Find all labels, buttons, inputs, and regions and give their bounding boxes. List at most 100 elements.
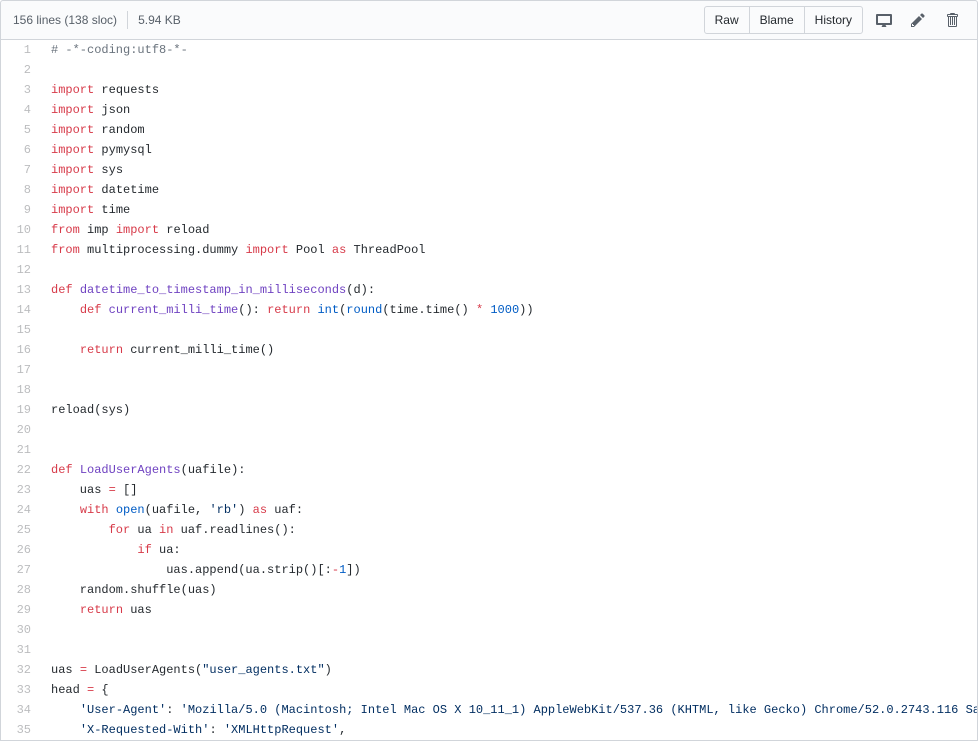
line-number[interactable]: 29 [1,600,41,620]
line-content: import requests [41,80,978,100]
line-number[interactable]: 3 [1,80,41,100]
code-line: 25 for ua in uaf.readlines(): [1,520,978,540]
raw-button[interactable]: Raw [704,6,750,34]
code-line: 26 if ua: [1,540,978,560]
line-number[interactable]: 16 [1,340,41,360]
code-line: 18​ [1,380,978,400]
code-line: 3import requests [1,80,978,100]
code-line: 33head = { [1,680,978,700]
line-content: ​ [41,260,978,280]
line-content: import json [41,100,978,120]
code-line: 23 uas = [] [1,480,978,500]
code-line: 9import time [1,200,978,220]
code-line: 17​ [1,360,978,380]
line-content: from multiprocessing.dummy import Pool a… [41,240,978,260]
line-number[interactable]: 6 [1,140,41,160]
line-number[interactable]: 9 [1,200,41,220]
line-content: uas = LoadUserAgents("user_agents.txt") [41,660,978,680]
line-content: ​ [41,320,978,340]
code-line: 6import pymysql [1,140,978,160]
line-content: random.shuffle(uas) [41,580,978,600]
code-line: 22def LoadUserAgents(uafile): [1,460,978,480]
code-line: 4import json [1,100,978,120]
code-line: 19reload(sys) [1,400,978,420]
code-line: 16 return current_milli_time() [1,340,978,360]
code-table: 1# -*-coding:utf8-*-2​3import requests4i… [1,40,978,740]
line-number[interactable]: 35 [1,720,41,740]
line-content: for ua in uaf.readlines(): [41,520,978,540]
line-content: import time [41,200,978,220]
line-content: ​ [41,60,978,80]
line-number[interactable]: 8 [1,180,41,200]
line-content: import datetime [41,180,978,200]
line-number[interactable]: 1 [1,40,41,60]
line-number[interactable]: 27 [1,560,41,580]
trash-icon[interactable] [939,7,965,33]
line-number[interactable]: 7 [1,160,41,180]
blame-button[interactable]: Blame [749,6,805,34]
line-number[interactable]: 33 [1,680,41,700]
code-line: 32uas = LoadUserAgents("user_agents.txt"… [1,660,978,680]
history-button[interactable]: History [804,6,863,34]
line-number[interactable]: 31 [1,640,41,660]
line-number[interactable]: 30 [1,620,41,640]
line-content: uas.append(ua.strip()[:-1]) [41,560,978,580]
line-content: def current_milli_time(): return int(rou… [41,300,978,320]
code-line: 24 with open(uafile, 'rb') as uaf: [1,500,978,520]
line-number[interactable]: 28 [1,580,41,600]
line-content: 'X-Requested-With': 'XMLHttpRequest', [41,720,978,740]
line-number[interactable]: 13 [1,280,41,300]
code-line: 34 'User-Agent': 'Mozilla/5.0 (Macintosh… [1,700,978,720]
line-number[interactable]: 14 [1,300,41,320]
line-content: with open(uafile, 'rb') as uaf: [41,500,978,520]
code-line: 12​ [1,260,978,280]
line-number[interactable]: 22 [1,460,41,480]
line-number[interactable]: 18 [1,380,41,400]
line-number[interactable]: 2 [1,60,41,80]
code-line: 5import random [1,120,978,140]
line-content: ​ [41,620,978,640]
line-content: if ua: [41,540,978,560]
line-content: return uas [41,600,978,620]
code-line: 31​ [1,640,978,660]
line-content: ​ [41,360,978,380]
line-number[interactable]: 34 [1,700,41,720]
line-content: import pymysql [41,140,978,160]
code-line: 13def datetime_to_timestamp_in_milliseco… [1,280,978,300]
line-content: from imp import reload [41,220,978,240]
line-number[interactable]: 12 [1,260,41,280]
code-line: 10from imp import reload [1,220,978,240]
line-number[interactable]: 15 [1,320,41,340]
code-line: 11from multiprocessing.dummy import Pool… [1,240,978,260]
code-line: 8import datetime [1,180,978,200]
line-number[interactable]: 25 [1,520,41,540]
line-number[interactable]: 5 [1,120,41,140]
code-line: 28 random.shuffle(uas) [1,580,978,600]
desktop-icon[interactable] [871,7,897,33]
line-number[interactable]: 19 [1,400,41,420]
line-content: ​ [41,440,978,460]
line-number[interactable]: 24 [1,500,41,520]
line-number[interactable]: 10 [1,220,41,240]
line-content: def datetime_to_timestamp_in_millisecond… [41,280,978,300]
code-blob: 1# -*-coding:utf8-*-2​3import requests4i… [0,40,978,741]
code-line: 35 'X-Requested-With': 'XMLHttpRequest', [1,720,978,740]
line-number[interactable]: 17 [1,360,41,380]
code-line: 20​ [1,420,978,440]
line-number[interactable]: 32 [1,660,41,680]
line-number[interactable]: 4 [1,100,41,120]
line-number[interactable]: 20 [1,420,41,440]
line-content: import random [41,120,978,140]
line-number[interactable]: 11 [1,240,41,260]
line-number[interactable]: 21 [1,440,41,460]
code-line: 1# -*-coding:utf8-*- [1,40,978,60]
line-content: def LoadUserAgents(uafile): [41,460,978,480]
line-content: ​ [41,640,978,660]
line-number[interactable]: 26 [1,540,41,560]
line-content: return current_milli_time() [41,340,978,360]
line-content: 'User-Agent': 'Mozilla/5.0 (Macintosh; I… [41,700,978,720]
code-line: 30​ [1,620,978,640]
line-number[interactable]: 23 [1,480,41,500]
file-info: 156 lines (138 sloc) 5.94 KB [13,11,181,29]
pencil-icon[interactable] [905,7,931,33]
